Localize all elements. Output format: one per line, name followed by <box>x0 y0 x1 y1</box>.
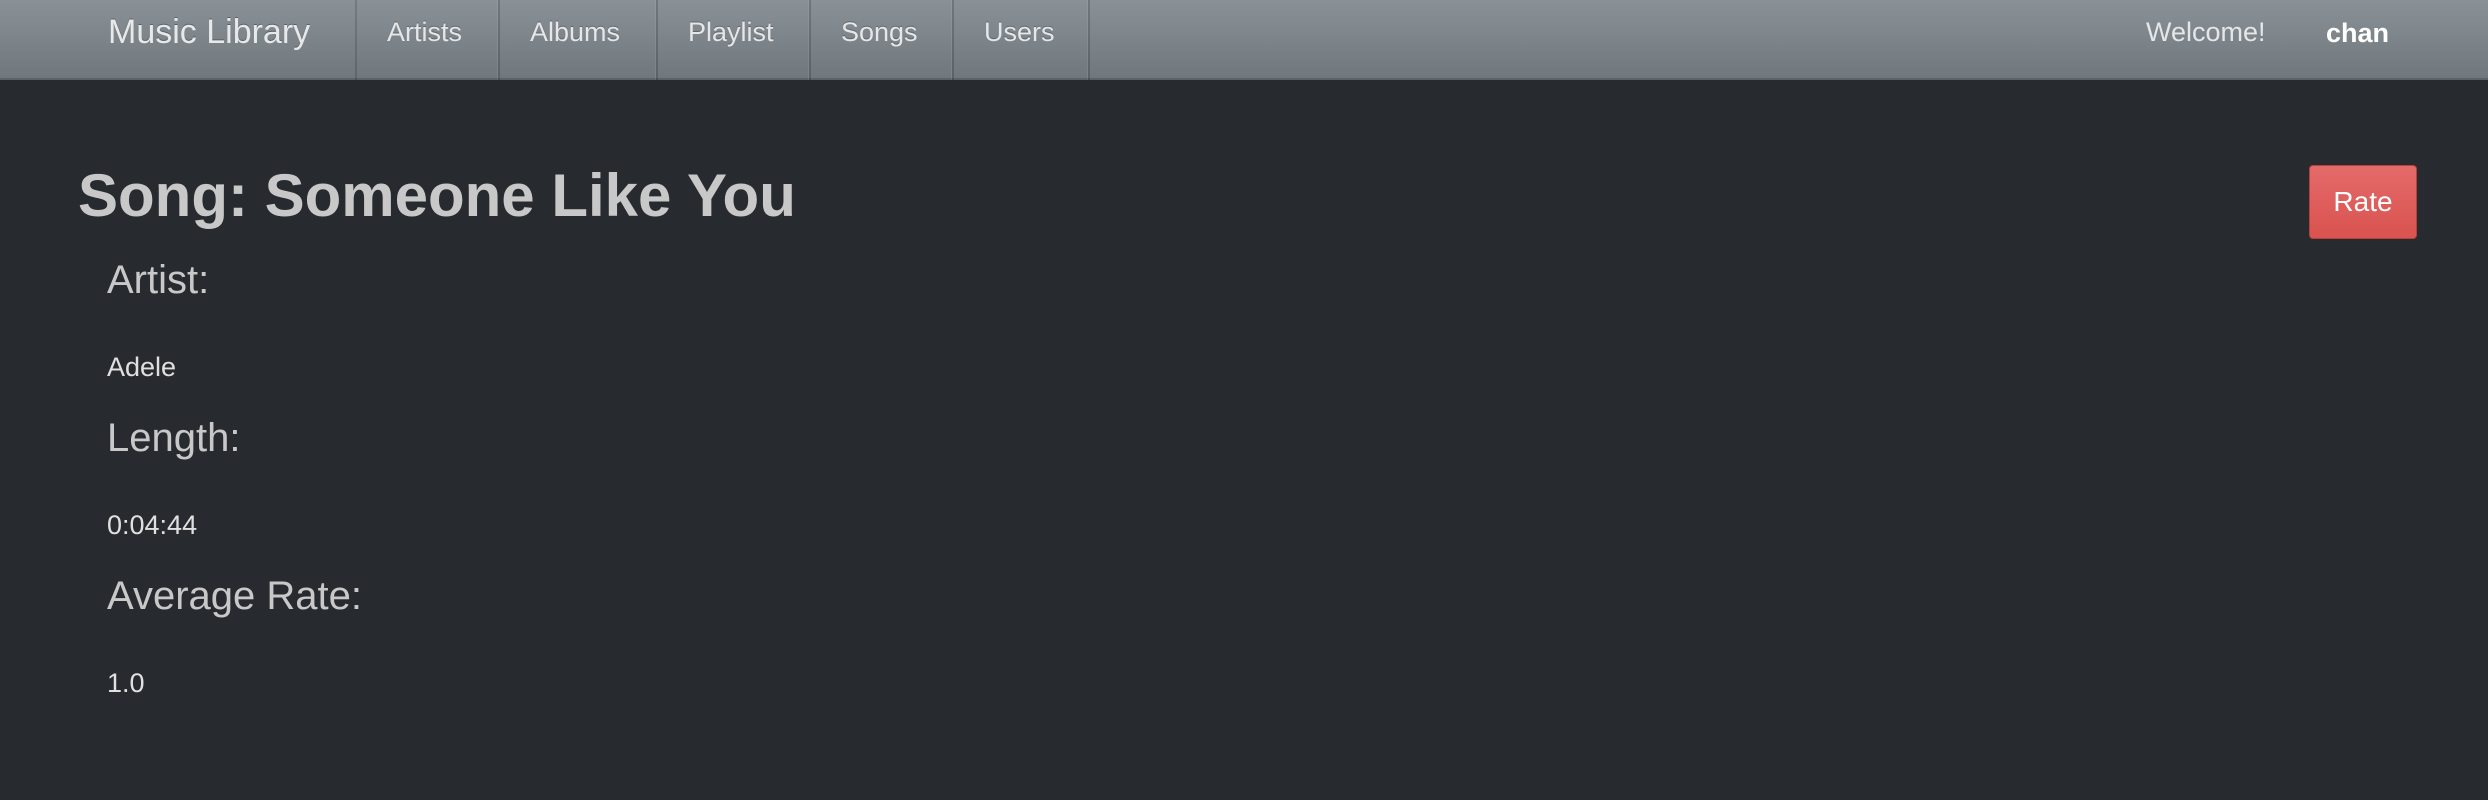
artist-value: Adele <box>107 352 177 382</box>
length-label: Length: <box>107 416 241 460</box>
nav-item-users[interactable]: Users <box>954 0 1090 80</box>
average-rate-label: Average Rate: <box>107 574 362 618</box>
page-title: Song: Someone Like You <box>78 162 796 229</box>
welcome-text: Welcome! <box>2146 17 2266 47</box>
nav-item-artists[interactable]: Artists <box>357 0 500 80</box>
nav-item-albums[interactable]: Albums <box>500 0 658 80</box>
artist-label: Artist: <box>107 258 210 302</box>
top-navbar: Music Library Artists Albums Playlist So… <box>0 0 2488 80</box>
nav-item-playlist[interactable]: Playlist <box>658 0 811 80</box>
main-nav: Artists Albums Playlist Songs Users <box>355 0 1090 80</box>
nav-item-songs[interactable]: Songs <box>811 0 954 80</box>
username-link[interactable]: chan <box>2326 0 2389 80</box>
brand-link[interactable]: Music Library <box>108 0 310 80</box>
rate-button[interactable]: Rate <box>2309 165 2417 239</box>
length-value: 0:04:44 <box>107 510 198 540</box>
average-rate-value: 1.0 <box>107 668 145 698</box>
